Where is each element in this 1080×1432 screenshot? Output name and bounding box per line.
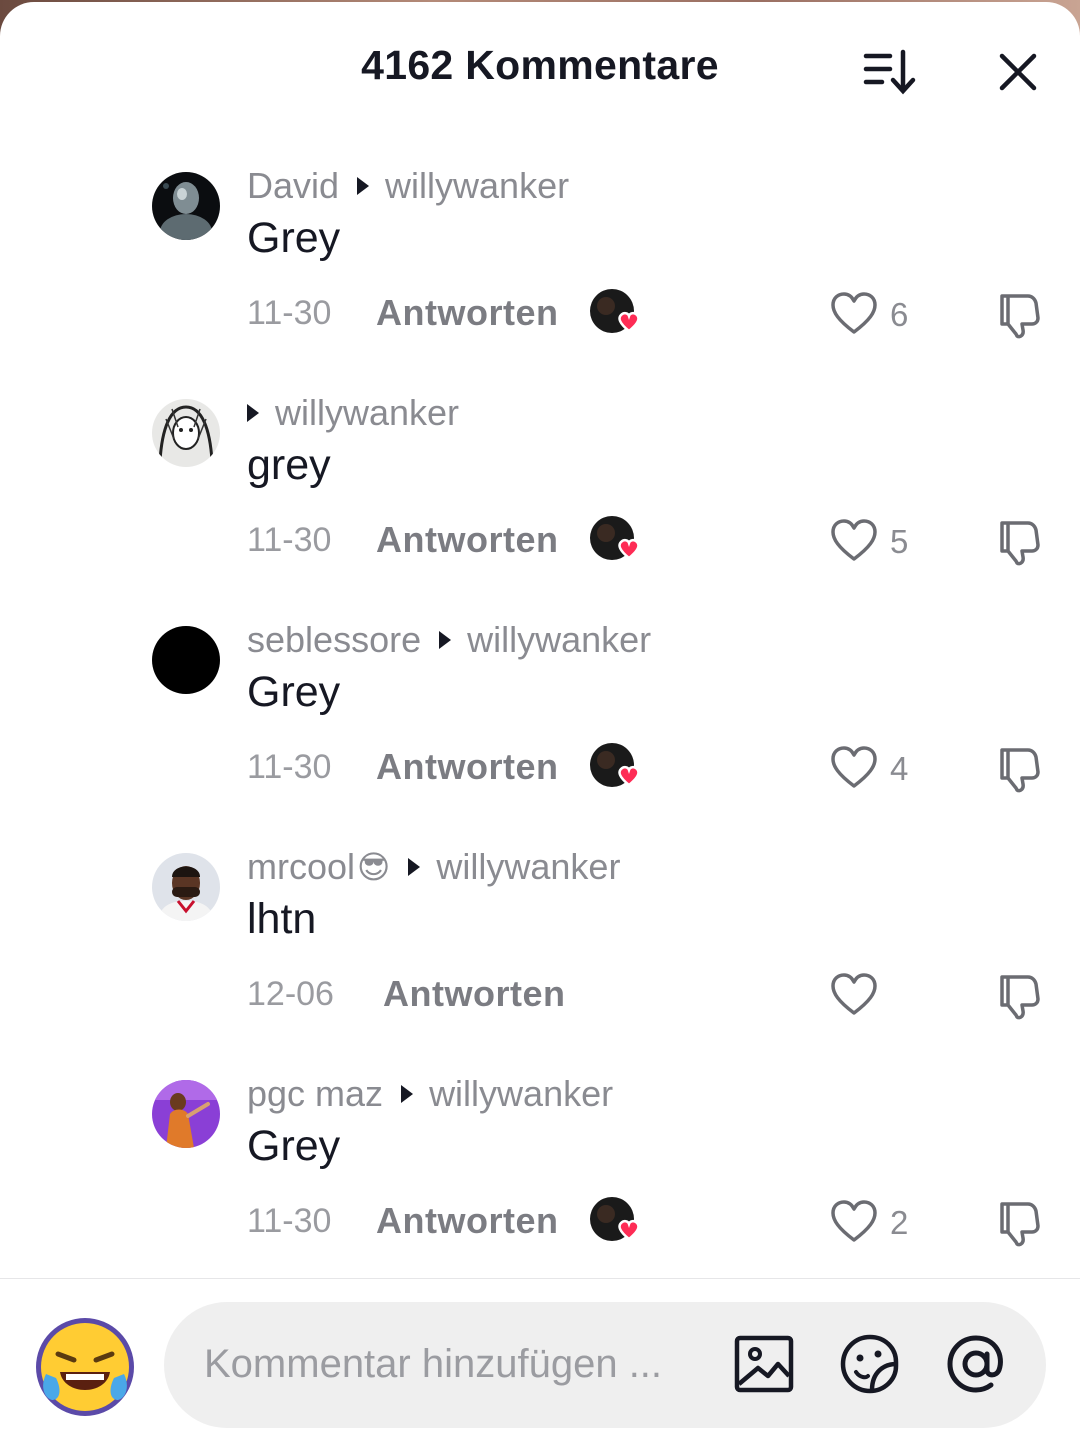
comment-username[interactable]: pgc maz	[247, 1073, 383, 1115]
mention-icon[interactable]	[944, 1332, 1008, 1396]
reply-button[interactable]: Antworten	[376, 519, 558, 561]
purple-avatar[interactable]	[152, 1080, 220, 1148]
footer-divider	[0, 1278, 1080, 1279]
comment-meta: seblessore willywanker	[247, 618, 651, 662]
reply-arrow-icon	[247, 404, 259, 422]
statue-avatar[interactable]	[152, 172, 220, 240]
comment-input-bar: Kommentar hinzufügen ...	[0, 1280, 1080, 1432]
heart-icon[interactable]	[830, 744, 878, 792]
creator-liked-icon	[590, 742, 646, 792]
dislike-icon[interactable]	[992, 744, 1042, 794]
comment-actions: 11-30 Antworten 5	[247, 515, 1047, 567]
reply-to-username[interactable]: willywanker	[275, 392, 459, 434]
comment-input[interactable]: Kommentar hinzufügen ...	[164, 1302, 1046, 1428]
close-icon[interactable]	[996, 50, 1040, 94]
sunglasses-emoji: 😎	[357, 849, 391, 885]
image-icon[interactable]	[732, 1332, 796, 1396]
comment-item: seblessore willywanker Grey 11-30 Antwor…	[0, 619, 1080, 826]
reply-arrow-icon	[401, 1085, 414, 1103]
heart-icon[interactable]	[830, 517, 878, 565]
reply-button[interactable]: Antworten	[376, 292, 558, 334]
sticker-icon[interactable]	[838, 1332, 902, 1396]
comment-text: Grey	[247, 1122, 341, 1170]
comment-actions: 12-06 Antworten	[247, 969, 1047, 1021]
comment-item: David willywanker Grey 11-30 Antworten 6	[0, 165, 1080, 372]
comment-username[interactable]: seblessore	[247, 619, 421, 661]
dislike-icon[interactable]	[992, 971, 1042, 1021]
comments-title: 4162 Kommentare	[361, 42, 719, 88]
comment-actions: 11-30 Antworten 4	[247, 742, 1047, 794]
comments-sheet: 4162 Kommentare David willywanker Grey 1…	[0, 2, 1080, 1432]
sketch-avatar[interactable]	[152, 399, 220, 467]
comment-text: Grey	[247, 214, 341, 262]
comment-username[interactable]: mrcool	[247, 846, 355, 888]
comment-date: 11-30	[247, 748, 332, 786]
reply-button[interactable]: Antworten	[383, 973, 565, 1015]
comment-text: Grey	[247, 668, 341, 716]
comment-item: mrcool 😎 willywanker lhtn 12-06 Antworte…	[0, 846, 1080, 1053]
creator-liked-icon	[590, 1196, 646, 1246]
comment-username[interactable]: David	[247, 165, 339, 207]
dislike-icon[interactable]	[992, 290, 1042, 340]
reply-to-username[interactable]: willywanker	[429, 1073, 613, 1115]
comment-meta: David willywanker	[247, 164, 569, 208]
comment-meta: willywanker	[247, 391, 459, 435]
reply-arrow-icon	[439, 631, 452, 649]
comment-actions: 11-30 Antworten 6	[247, 288, 1047, 340]
comment-item: willywanker grey 11-30 Antworten 5	[0, 392, 1080, 599]
comment-meta: mrcool 😎 willywanker	[247, 845, 620, 889]
comment-meta: pgc maz willywanker	[247, 1072, 613, 1116]
comment-actions: 11-30 Antworten 2	[247, 1196, 1047, 1248]
reply-to-username[interactable]: willywanker	[436, 846, 620, 888]
like-count: 2	[890, 1204, 909, 1241]
comment-date: 11-30	[247, 1202, 332, 1240]
comment-item: pgc maz willywanker Grey 11-30 Antworten…	[0, 1073, 1080, 1280]
comment-date: 11-30	[247, 521, 332, 559]
dislike-icon[interactable]	[992, 1198, 1042, 1248]
comment-date: 12-06	[247, 975, 334, 1013]
comment-text: grey	[247, 441, 331, 489]
reply-arrow-icon	[408, 858, 421, 876]
player-avatar[interactable]	[152, 853, 220, 921]
like-count: 5	[890, 523, 909, 560]
sort-icon[interactable]	[860, 46, 918, 96]
comment-input-placeholder: Kommentar hinzufügen ...	[204, 1342, 663, 1386]
comment-text: lhtn	[247, 895, 317, 943]
reply-button[interactable]: Antworten	[376, 1200, 558, 1242]
heart-icon[interactable]	[830, 290, 878, 338]
like-count: 6	[890, 296, 909, 333]
laughing-emoji-icon[interactable]	[34, 1316, 136, 1418]
heart-icon[interactable]	[830, 971, 878, 1019]
comments-header: 4162 Kommentare	[0, 2, 1080, 132]
reply-to-username[interactable]: willywanker	[467, 619, 651, 661]
comment-date: 11-30	[247, 294, 332, 332]
creator-liked-icon	[590, 515, 646, 565]
reply-arrow-icon	[357, 177, 370, 195]
reply-button[interactable]: Antworten	[376, 746, 558, 788]
creator-liked-icon	[590, 288, 646, 338]
dislike-icon[interactable]	[992, 517, 1042, 567]
heart-icon[interactable]	[830, 1198, 878, 1246]
black-avatar[interactable]	[152, 626, 220, 694]
like-count: 4	[890, 750, 909, 787]
reply-to-username[interactable]: willywanker	[385, 165, 569, 207]
